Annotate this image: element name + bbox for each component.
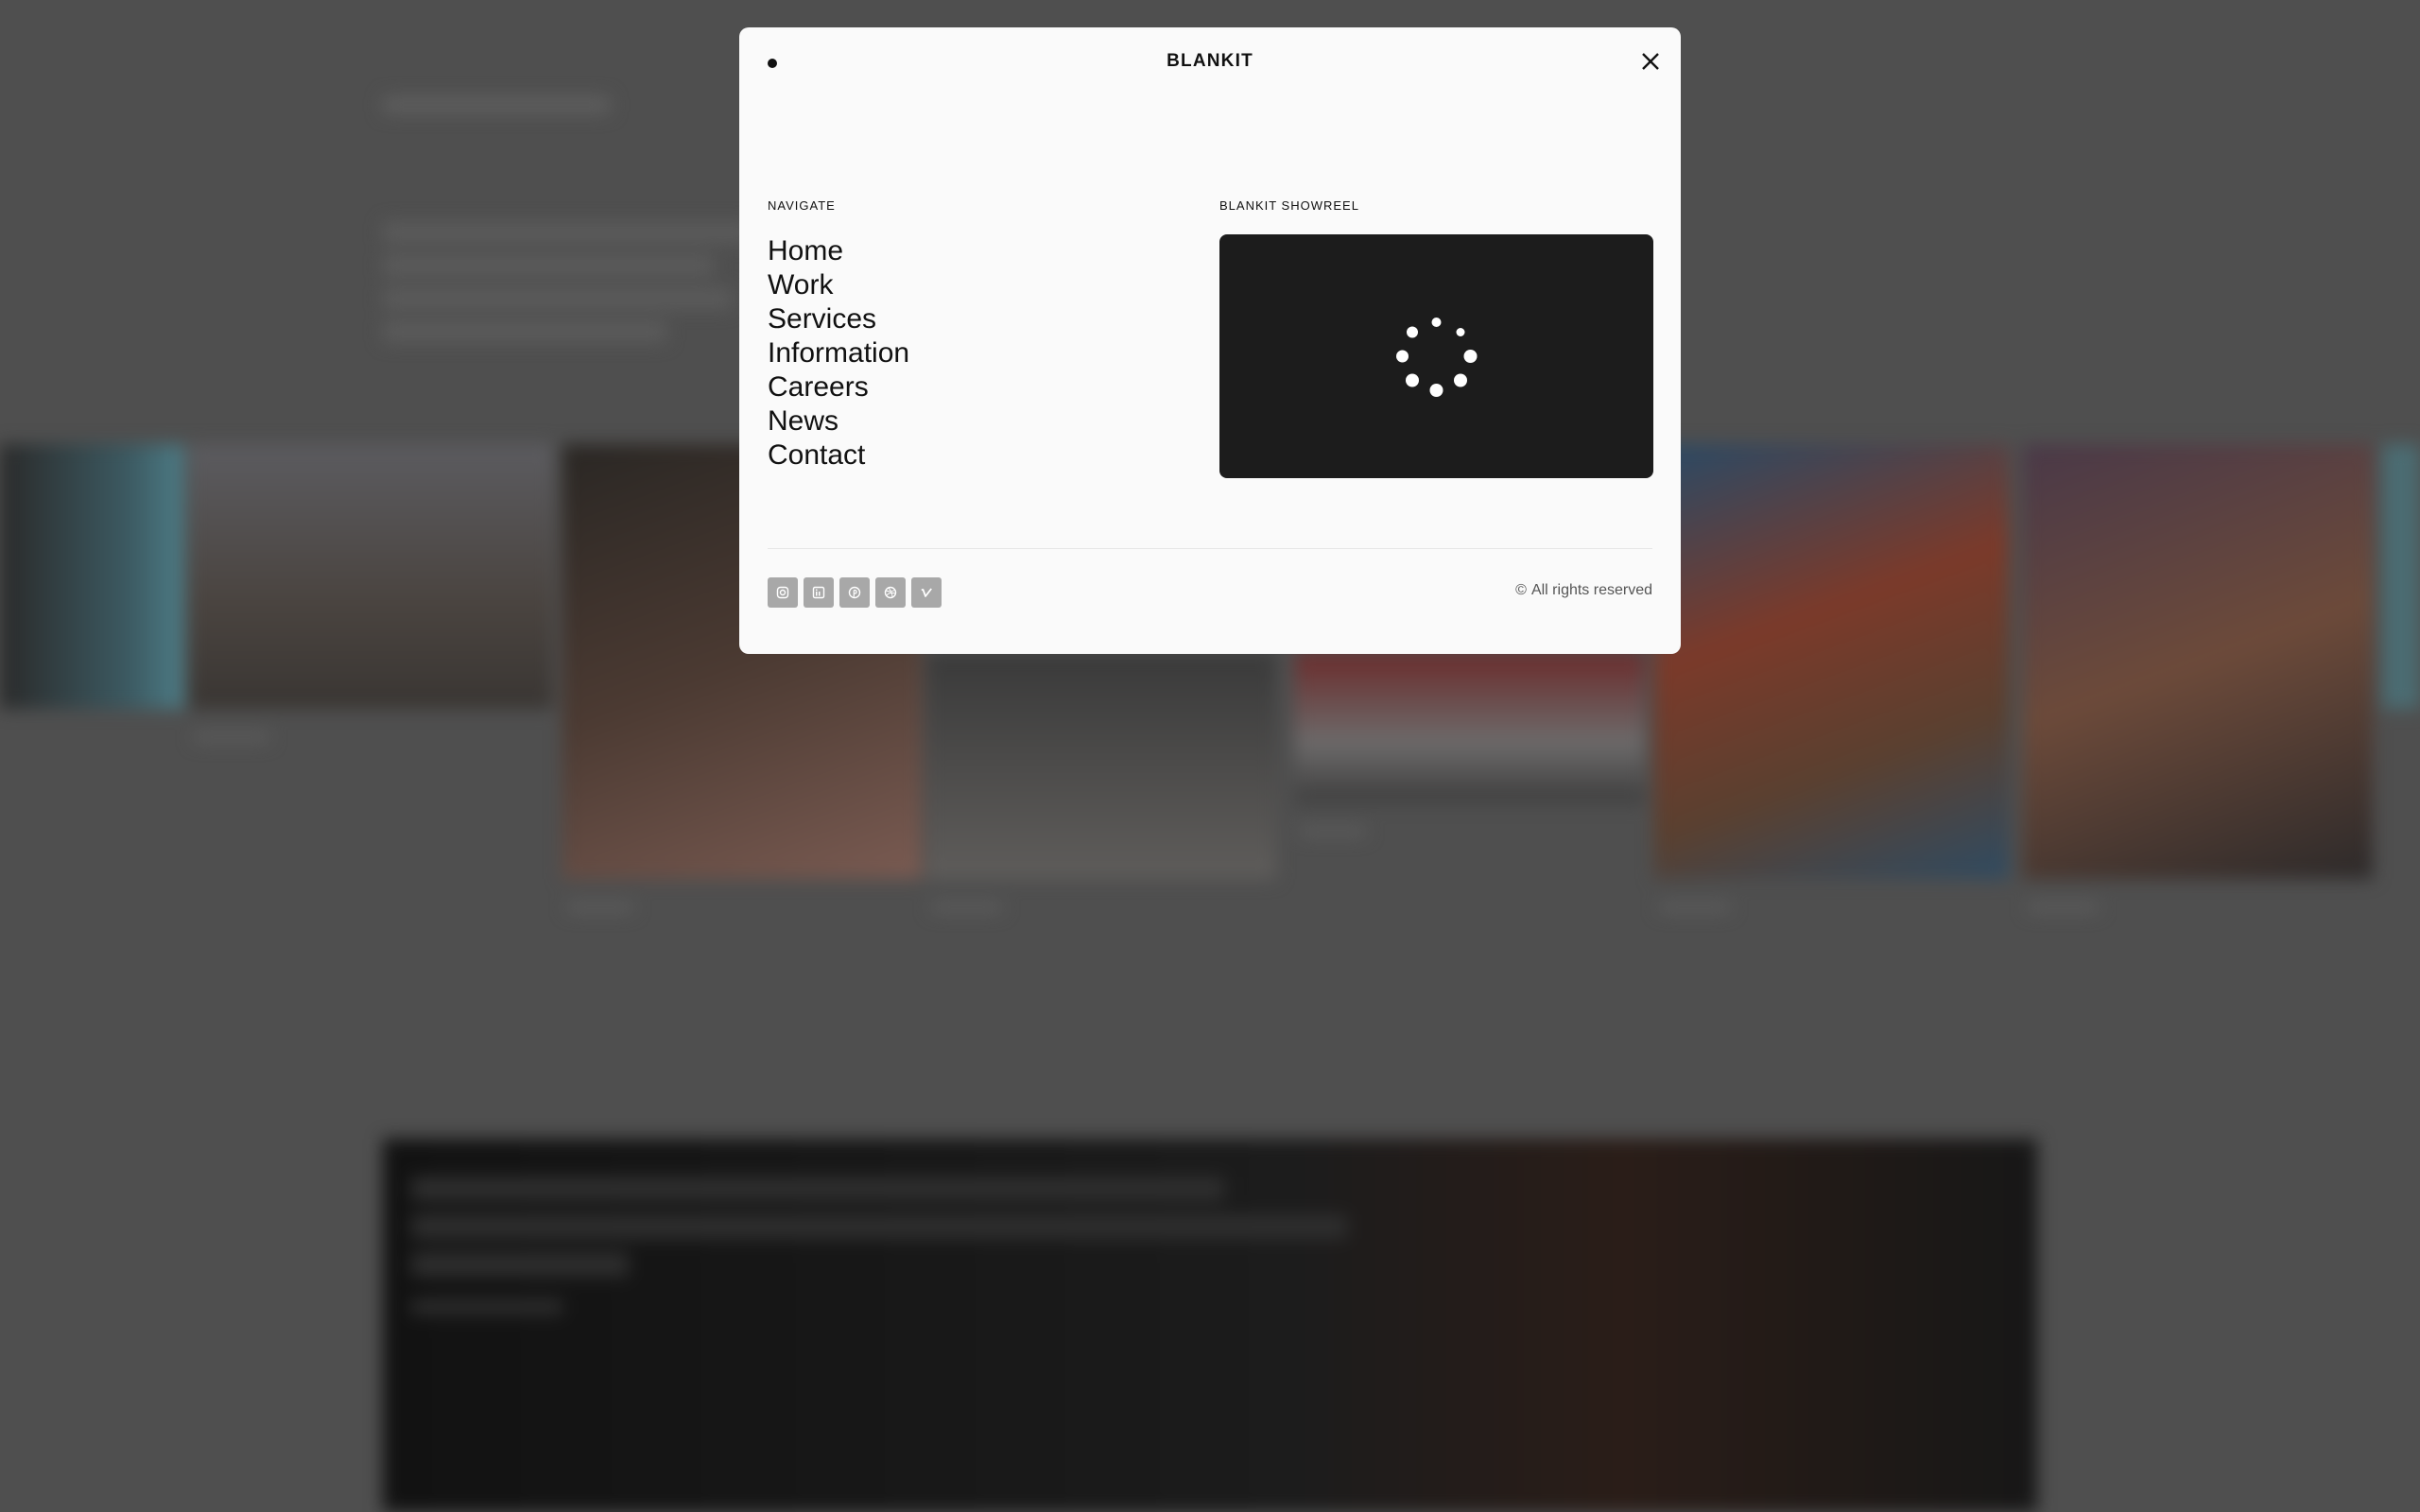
navigate-label: NAVIGATE	[768, 198, 836, 213]
pinterest-link[interactable]	[839, 577, 870, 608]
background-image-card	[2382, 444, 2420, 709]
background-text-line	[383, 222, 752, 243]
close-button[interactable]	[1637, 48, 1664, 75]
menu-modal: BLANKIT NAVIGATE Home Work Services Info…	[739, 27, 1681, 654]
nav-item-contact[interactable]: Contact	[768, 438, 909, 472]
instagram-icon	[776, 586, 789, 599]
background-caption	[1659, 902, 1730, 912]
nav-item-home[interactable]: Home	[768, 234, 909, 268]
background-image-card	[926, 652, 1276, 879]
nav-item-work[interactable]: Work	[768, 268, 909, 302]
copyright: © All rights reserved	[1515, 582, 1652, 599]
nav-item-news[interactable]: News	[768, 404, 909, 438]
linkedin-link[interactable]	[804, 577, 834, 608]
social-links	[768, 577, 942, 608]
dribbble-icon	[884, 586, 897, 599]
pinterest-icon	[848, 586, 861, 599]
nav-item-careers[interactable]: Careers	[768, 370, 909, 404]
background-image-card	[1654, 444, 2009, 879]
background-banner-text	[411, 1214, 1347, 1239]
brand-logo[interactable]: BLANKIT	[739, 51, 1681, 72]
nav-menu: Home Work Services Information Careers N…	[768, 234, 909, 472]
background-caption	[194, 732, 269, 742]
copyright-icon: ©	[1515, 582, 1527, 598]
background-caption	[1300, 827, 1366, 836]
background-caption	[567, 902, 633, 912]
background-image-card	[2023, 444, 2373, 879]
vimeo-icon	[921, 588, 932, 597]
background-text-line	[383, 255, 714, 276]
close-icon	[1642, 53, 1659, 70]
background-banner-link	[411, 1299, 562, 1314]
showreel-video[interactable]	[1219, 234, 1653, 478]
nav-item-information[interactable]: Information	[768, 336, 909, 370]
nav-item-services[interactable]: Services	[768, 302, 909, 336]
background-caption	[931, 902, 1002, 912]
copyright-text: All rights reserved	[1530, 582, 1652, 598]
background-heading	[383, 96, 610, 113]
background-caption	[2028, 902, 2099, 912]
background-image-card	[0, 444, 184, 709]
background-banner	[383, 1139, 2037, 1512]
background-banner-text	[411, 1252, 629, 1277]
instagram-link[interactable]	[768, 577, 798, 608]
footer-divider	[768, 548, 1652, 549]
background-text-line	[383, 288, 733, 309]
background-banner-text	[411, 1177, 1224, 1201]
background-image-card	[1295, 652, 1645, 803]
loading-spinner-icon	[1396, 318, 1478, 397]
dribbble-link[interactable]	[875, 577, 906, 608]
linkedin-icon	[812, 586, 825, 599]
showreel-label: BLANKIT SHOWREEL	[1219, 198, 1359, 213]
background-text-line	[383, 321, 666, 342]
vimeo-link[interactable]	[911, 577, 942, 608]
background-image-card	[189, 444, 553, 709]
